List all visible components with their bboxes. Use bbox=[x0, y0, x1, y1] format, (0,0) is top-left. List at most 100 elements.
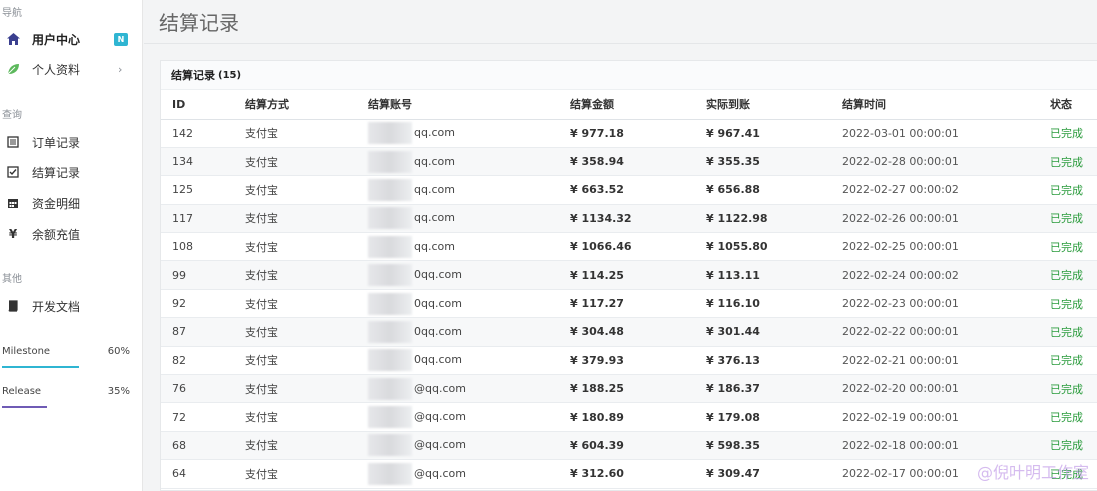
cell-method: 支付宝 bbox=[234, 374, 357, 404]
cell-account: qq.com bbox=[357, 204, 559, 234]
redacted-account-mask bbox=[368, 320, 412, 343]
sidebar-item-profile[interactable]: 个人资料 › bbox=[0, 57, 143, 81]
settlement-card: 结算记录 (15) ID 结算方式 结算账号 结算金额 实际到账 结算时间 状态… bbox=[160, 60, 1097, 491]
progress-fill-milestone bbox=[2, 366, 79, 368]
redacted-account-mask bbox=[368, 178, 412, 201]
cell-amount: ¥ 1066.46 bbox=[559, 232, 695, 262]
account-text: qq.com bbox=[414, 182, 455, 196]
account-text: qq.com bbox=[414, 154, 455, 168]
table-row[interactable]: 108 支付宝 qq.com ¥ 1066.46 ¥ 1055.80 2022-02-25… bbox=[161, 232, 1097, 262]
cell-amount: ¥ 1134.32 bbox=[559, 204, 695, 234]
cell-id: 134 bbox=[161, 147, 234, 177]
home-icon bbox=[6, 32, 20, 46]
sidebar-item-recharge[interactable]: ¥ 余额充值 bbox=[0, 222, 143, 246]
cell-account: 0qq.com bbox=[357, 346, 559, 376]
column-header-amount[interactable]: 结算金额 bbox=[559, 90, 695, 120]
cell-status: 已完成 bbox=[1039, 317, 1097, 347]
column-header-actual[interactable]: 实际到账 bbox=[695, 90, 831, 120]
sidebar-item-label: 个人资料 bbox=[32, 62, 81, 77]
cell-method: 支付宝 bbox=[234, 260, 357, 290]
cell-id: 76 bbox=[161, 374, 234, 404]
cell-status: 已完成 bbox=[1039, 232, 1097, 262]
table-row[interactable]: 87 支付宝 0qq.com ¥ 304.48 ¥ 301.44 2022-02-22 0… bbox=[161, 317, 1097, 347]
new-badge: N bbox=[114, 32, 128, 46]
cell-amount: ¥ 358.94 bbox=[559, 147, 695, 177]
cell-amount: ¥ 604.39 bbox=[559, 431, 695, 461]
cell-time: 2022-02-24 00:00:02 bbox=[831, 260, 1039, 290]
cell-method: 支付宝 bbox=[234, 204, 357, 234]
cell-id: 99 bbox=[161, 260, 234, 290]
sidebar-item-orders[interactable]: 订单记录 bbox=[0, 130, 143, 154]
card-header: 结算记录 (15) bbox=[161, 61, 1097, 90]
table-row[interactable]: 72 支付宝 @qq.com ¥ 180.89 ¥ 179.08 2022-02-19 0… bbox=[161, 402, 1097, 432]
cell-actual: ¥ 355.35 bbox=[695, 147, 831, 177]
sidebar-item-label: 结算记录 bbox=[32, 165, 81, 180]
cell-time: 2022-02-23 00:00:01 bbox=[831, 289, 1039, 319]
page-title: 结算记录 bbox=[159, 11, 239, 35]
table-row[interactable]: 134 支付宝 qq.com ¥ 358.94 ¥ 355.35 2022-02-28 0… bbox=[161, 147, 1097, 177]
redacted-account-mask bbox=[368, 150, 412, 173]
cell-method: 支付宝 bbox=[234, 289, 357, 319]
account-text: @qq.com bbox=[414, 438, 466, 452]
sidebar-item-user-center[interactable]: 用户中心 N bbox=[0, 27, 143, 51]
table-row[interactable]: 125 支付宝 qq.com ¥ 663.52 ¥ 656.88 2022-02-27 0… bbox=[161, 175, 1097, 205]
cell-actual: ¥ 376.13 bbox=[695, 346, 831, 376]
cell-account: 0qq.com bbox=[357, 317, 559, 347]
table-row[interactable]: 92 支付宝 0qq.com ¥ 117.27 ¥ 116.10 2022-02-23 0… bbox=[161, 289, 1097, 319]
sidebar-item-settlements[interactable]: 结算记录 bbox=[0, 160, 143, 184]
cell-status: 已完成 bbox=[1039, 346, 1097, 376]
cell-status: 已完成 bbox=[1039, 374, 1097, 404]
cell-id: 87 bbox=[161, 317, 234, 347]
sidebar-item-label: 资金明细 bbox=[32, 196, 81, 211]
cell-time: 2022-03-01 00:00:01 bbox=[831, 119, 1039, 148]
sidebar: 导航 用户中心 N 个人资料 › 查询 订单记录 结算记录 资金明细 ¥ 余额充… bbox=[0, 0, 143, 491]
cell-id: 72 bbox=[161, 402, 234, 432]
cell-account: @qq.com bbox=[357, 431, 559, 461]
column-header-method[interactable]: 结算方式 bbox=[234, 90, 357, 120]
column-header-status[interactable]: 状态 bbox=[1039, 90, 1097, 120]
table-row[interactable]: 142 支付宝 qq.com ¥ 977.18 ¥ 967.41 2022-03-01 0… bbox=[161, 119, 1097, 148]
redacted-account-mask bbox=[368, 292, 412, 315]
sidebar-item-funds[interactable]: 资金明细 bbox=[0, 191, 143, 215]
account-text: 0qq.com bbox=[414, 353, 462, 367]
cell-method: 支付宝 bbox=[234, 346, 357, 376]
cell-actual: ¥ 967.41 bbox=[695, 119, 831, 148]
cell-time: 2022-02-19 00:00:01 bbox=[831, 402, 1039, 432]
cell-actual: ¥ 656.88 bbox=[695, 175, 831, 205]
cell-actual: ¥ 113.11 bbox=[695, 260, 831, 290]
cell-method: 支付宝 bbox=[234, 232, 357, 262]
table-row[interactable]: 82 支付宝 0qq.com ¥ 379.93 ¥ 376.13 2022-02-21 0… bbox=[161, 346, 1097, 376]
table-row[interactable]: 76 支付宝 @qq.com ¥ 188.25 ¥ 186.37 2022-02-20 0… bbox=[161, 374, 1097, 404]
column-header-time[interactable]: 结算时间 bbox=[831, 90, 1039, 120]
table-row[interactable]: 68 支付宝 @qq.com ¥ 604.39 ¥ 598.35 2022-02-18 0… bbox=[161, 431, 1097, 461]
column-header-id[interactable]: ID bbox=[161, 90, 234, 120]
sidebar-item-label: 开发文档 bbox=[32, 299, 81, 314]
cell-account: qq.com bbox=[357, 119, 559, 148]
column-header-account[interactable]: 结算账号 bbox=[357, 90, 559, 120]
cell-amount: ¥ 663.52 bbox=[559, 175, 695, 205]
cell-actual: ¥ 179.08 bbox=[695, 402, 831, 432]
yen-icon: ¥ bbox=[8, 227, 18, 241]
book-icon bbox=[6, 299, 20, 313]
table-row[interactable]: 64 支付宝 @qq.com ¥ 312.60 ¥ 309.47 2022-02-17 0… bbox=[161, 459, 1097, 489]
cell-time: 2022-02-20 00:00:01 bbox=[831, 374, 1039, 404]
cell-time: 2022-02-27 00:00:02 bbox=[831, 175, 1039, 205]
record-count: (15) bbox=[218, 69, 242, 81]
cell-amount: ¥ 304.48 bbox=[559, 317, 695, 347]
cell-account: @qq.com bbox=[357, 402, 559, 432]
cell-time: 2022-02-28 00:00:01 bbox=[831, 147, 1039, 177]
cell-status: 已完成 bbox=[1039, 147, 1097, 177]
cell-status: 已完成 bbox=[1039, 402, 1097, 432]
cell-status: 已完成 bbox=[1039, 260, 1097, 290]
progress-label-milestone: Milestone bbox=[2, 346, 51, 357]
account-text: 0qq.com bbox=[414, 296, 462, 310]
cell-amount: ¥ 379.93 bbox=[559, 346, 695, 376]
sidebar-item-dev-docs[interactable]: 开发文档 bbox=[0, 294, 143, 318]
table-row[interactable]: 99 支付宝 0qq.com ¥ 114.25 ¥ 113.11 2022-02-24 0… bbox=[161, 260, 1097, 290]
cell-method: 支付宝 bbox=[234, 431, 357, 461]
cell-amount: ¥ 188.25 bbox=[559, 374, 695, 404]
cell-actual: ¥ 1055.80 bbox=[695, 232, 831, 262]
sidebar-item-label: 余额充值 bbox=[32, 227, 81, 242]
table-row[interactable]: 117 支付宝 qq.com ¥ 1134.32 ¥ 1122.98 2022-02-26… bbox=[161, 204, 1097, 234]
cell-time: 2022-02-21 00:00:01 bbox=[831, 346, 1039, 376]
